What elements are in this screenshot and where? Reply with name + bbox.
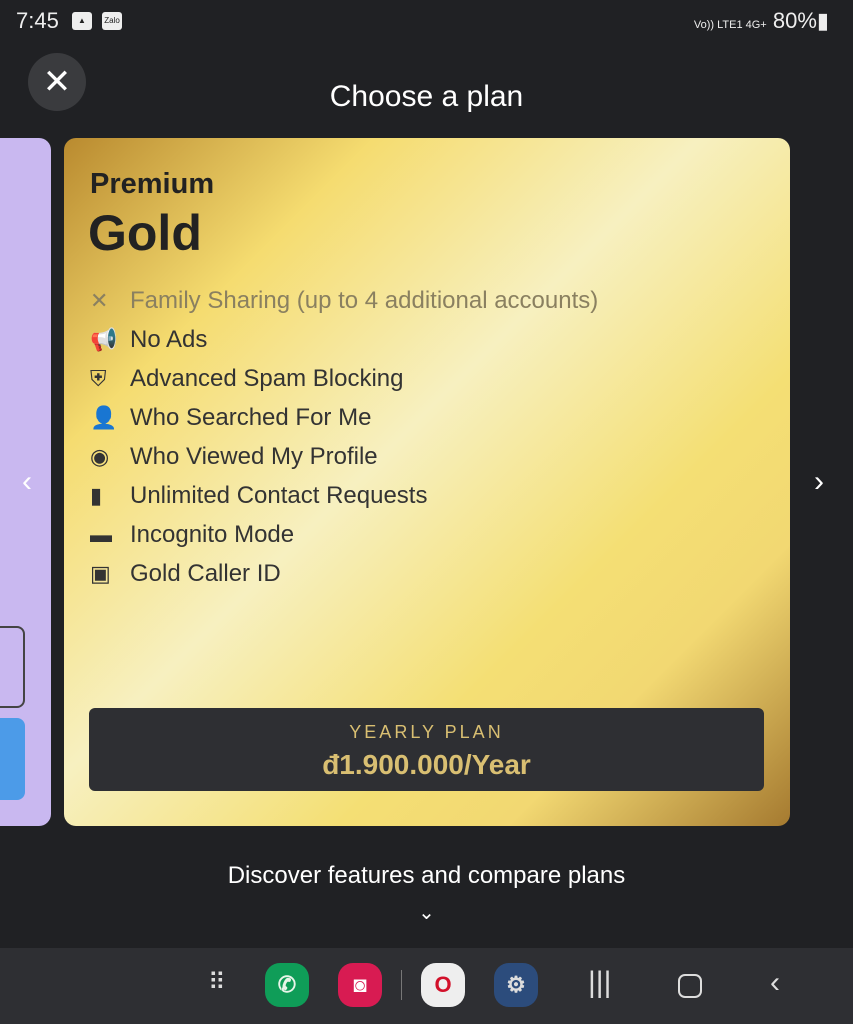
- incognito-icon: ▬: [90, 521, 112, 547]
- plan-price: đ1.900.000/Year: [322, 749, 531, 780]
- settings-app-icon[interactable]: ⚙: [494, 963, 538, 1007]
- previous-plan-option[interactable]: [0, 626, 25, 708]
- phone-app-icon[interactable]: ✆: [265, 963, 309, 1007]
- app-drawer-icon[interactable]: ⠿: [208, 968, 226, 997]
- divider: [401, 970, 402, 1000]
- feature-list: ✕ Family Sharing (up to 4 additional acco…: [90, 281, 598, 593]
- shield-check-icon: ⛨: [90, 365, 107, 391]
- previous-plan-button[interactable]: [0, 718, 25, 800]
- feature-item: ▬ Incognito Mode: [90, 520, 295, 548]
- feature-item: ✕ Family Sharing (up to 4 additional acco…: [90, 286, 599, 314]
- chevron-right-icon[interactable]: ›: [814, 465, 824, 499]
- megaphone-off-icon: 📢: [90, 326, 118, 352]
- clock: 7:45: [16, 8, 59, 33]
- gallery-icon: ▲: [72, 12, 92, 30]
- plan-label: YEARLY PLAN: [349, 722, 504, 742]
- plan-tier: Premium: [90, 168, 215, 200]
- x-icon: ✕: [90, 287, 109, 313]
- recent-apps-icon[interactable]: |||: [588, 966, 611, 1000]
- battery-icon: ▮: [816, 8, 829, 33]
- page-title: Choose a plan: [329, 80, 524, 113]
- zalo-icon: Zalo: [102, 12, 122, 30]
- signal-text: Vo)) LTE1 4G+: [693, 19, 767, 31]
- status-right: Vo)) LTE1 4G+ 80%▮: [694, 8, 829, 34]
- discover-link[interactable]: Discover features and compare plans: [0, 862, 853, 890]
- feature-item: ▮ Unlimited Contact Requests: [90, 481, 428, 509]
- feature-item: 👤 Who Searched For Me: [90, 403, 372, 431]
- contact-doc-icon: ▮: [90, 482, 103, 508]
- person-search-icon: 👤: [90, 404, 118, 430]
- yearly-plan-button[interactable]: YEARLY PLAN đ1.900.000/Year: [89, 708, 764, 791]
- feature-item: ◉ Who Viewed My Profile: [90, 442, 378, 470]
- caller-id-icon: ▣: [90, 560, 111, 586]
- plan-name: Gold: [88, 205, 202, 261]
- gold-plan-card: Premium Gold ✕ Family Sharing (up to 4 ad…: [64, 138, 790, 826]
- feature-item: 📢 No Ads: [90, 325, 208, 353]
- eye-icon: ◉: [90, 443, 110, 469]
- feature-item: ⛨ Advanced Spam Blocking: [90, 364, 404, 392]
- feature-item: ▣ Gold Caller ID: [90, 559, 281, 587]
- camera-app-icon[interactable]: ◙: [338, 963, 382, 1007]
- home-icon[interactable]: [678, 974, 702, 998]
- chevron-down-icon[interactable]: ⌄: [0, 900, 853, 925]
- opera-app-icon[interactable]: O: [421, 963, 465, 1007]
- chevron-left-icon[interactable]: ‹: [22, 465, 32, 499]
- status-bar: 7:45 ▲ Zalo Vo)) LTE1 4G+ 80%▮: [0, 0, 853, 44]
- battery-level: 80%: [772, 8, 817, 33]
- back-icon[interactable]: ‹: [770, 966, 780, 1000]
- navigation-bar: ⠿ ✆ ◙ O ⚙ ||| ‹: [0, 948, 853, 1024]
